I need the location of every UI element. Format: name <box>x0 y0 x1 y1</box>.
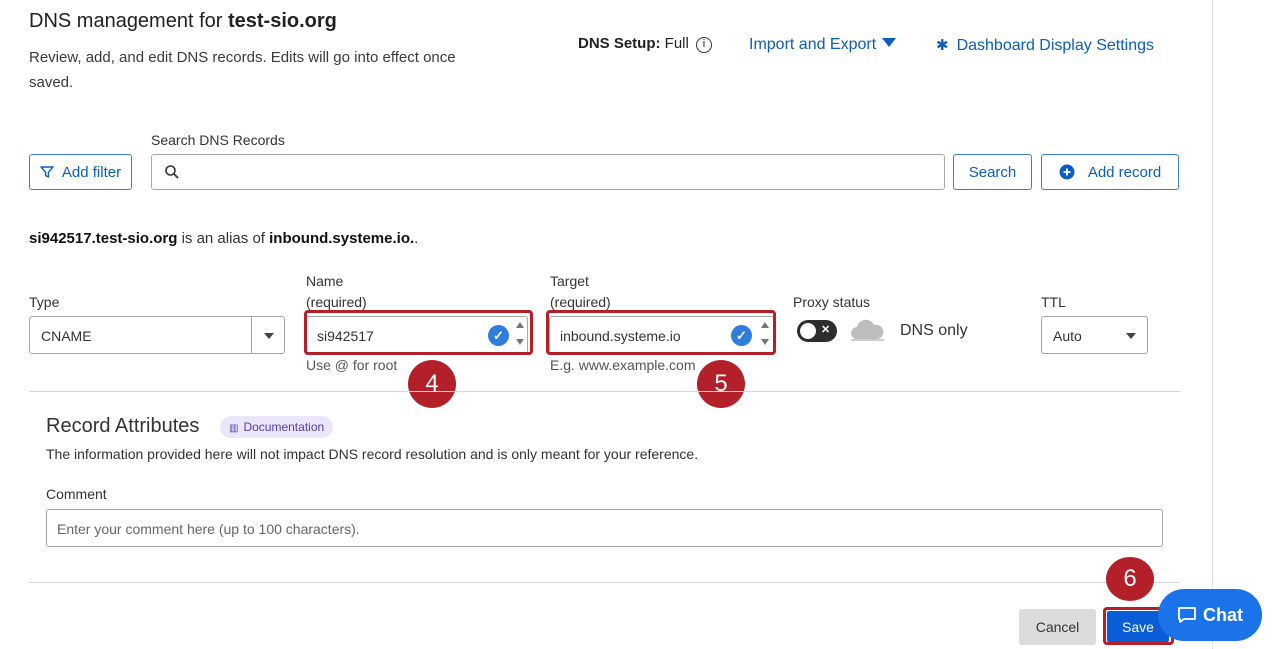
proxy-toggle[interactable]: ✕ <box>797 320 837 342</box>
ttl-select[interactable]: Auto <box>1041 316 1148 354</box>
step-badge-5: 5 <box>697 360 745 408</box>
chevron-down-icon <box>264 333 274 339</box>
proxy-status-label: Proxy status <box>793 294 871 310</box>
chevron-down-icon <box>1126 333 1136 339</box>
record-attributes-title: Record Attributes <box>46 415 200 437</box>
proxy-status-value: DNS only <box>900 322 968 339</box>
target-hint: E.g. www.example.com <box>550 357 696 373</box>
name-required-label: (required) <box>306 294 367 310</box>
step-badge-6: 6 <box>1106 557 1154 601</box>
add-filter-button[interactable]: Add filter <box>29 154 132 190</box>
chat-button[interactable]: Chat <box>1158 589 1262 641</box>
book-icon: ▥ <box>229 423 239 434</box>
name-highlight <box>304 310 533 355</box>
type-label: Type <box>29 294 60 310</box>
type-select[interactable]: CNAME <box>29 316 285 354</box>
comment-label: Comment <box>46 486 107 502</box>
plus-circle-icon <box>1059 164 1075 180</box>
domain-name: test-sio.org <box>227 10 337 32</box>
search-button[interactable]: Search <box>953 154 1032 190</box>
search-label: Search DNS Records <box>151 132 285 148</box>
page-description: Review, add, and edit DNS records. Edits… <box>29 49 456 91</box>
caret-down-icon <box>882 38 897 47</box>
divider <box>29 582 1180 583</box>
chat-bubble-icon <box>1178 607 1196 623</box>
page-title: DNS management for test-sio.org <box>29 10 337 32</box>
target-label: Target <box>550 273 589 289</box>
import-export-dropdown[interactable]: Import and Export <box>749 36 897 54</box>
target-required-label: (required) <box>550 294 611 310</box>
divider <box>29 391 1180 392</box>
target-highlight <box>546 310 776 355</box>
info-icon[interactable]: i <box>696 37 713 53</box>
comment-input[interactable]: Enter your comment here (up to 100 chara… <box>46 509 1163 547</box>
name-hint: Use @ for root <box>306 357 398 373</box>
record-attributes-description: The information provided here will not i… <box>46 446 699 462</box>
right-divider <box>1212 0 1213 649</box>
step-badge-4: 4 <box>408 360 456 408</box>
alias-description: si942517.test-sio.org is an alias of inb… <box>29 230 419 247</box>
gear-icon: ✱ <box>936 37 949 54</box>
cloud-icon <box>851 319 884 341</box>
dns-setup: DNS Setup: Full i <box>578 35 713 53</box>
search-input[interactable] <box>151 154 945 190</box>
documentation-link[interactable]: ▥ Documentation <box>220 416 334 438</box>
ttl-label: TTL <box>1041 294 1066 310</box>
close-icon: ✕ <box>821 324 831 336</box>
dashboard-display-settings-link[interactable]: ✱ Dashboard Display Settings <box>936 36 1154 55</box>
name-label: Name <box>306 273 344 289</box>
cancel-button[interactable]: Cancel <box>1019 609 1096 645</box>
search-icon <box>165 165 179 179</box>
filter-icon <box>40 166 54 178</box>
add-record-button[interactable]: Add record <box>1041 154 1179 190</box>
